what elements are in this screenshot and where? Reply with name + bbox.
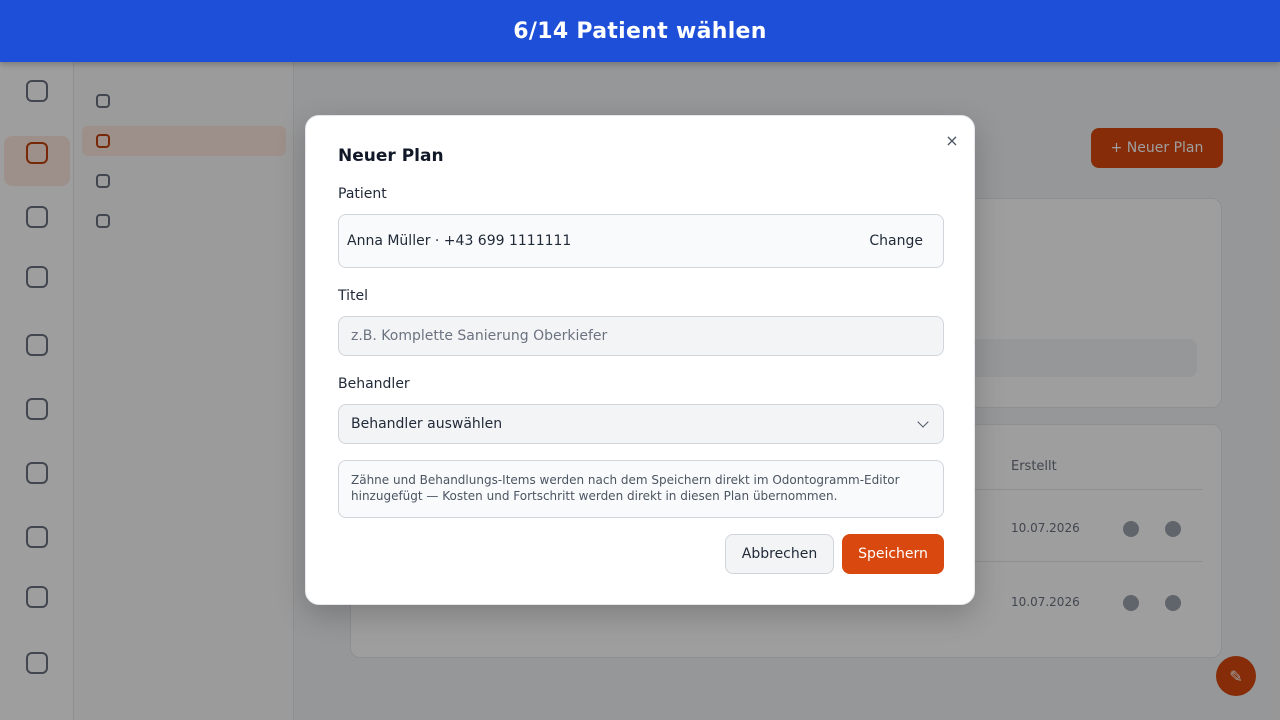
- title-label: Titel: [338, 288, 369, 304]
- info-note: Zähne und Behandlungs-Items werden nach …: [338, 460, 944, 518]
- step-header: 6/14 Patient wählen: [0, 0, 1280, 62]
- provider-select[interactable]: Behandler auswählen: [338, 404, 944, 444]
- selected-patient: Anna Müller · +43 699 1111111: [347, 233, 572, 249]
- new-plan-dialog: × Neuer Plan Patient Anna Müller · +43 6…: [305, 115, 975, 605]
- step-title: 6/14 Patient wählen: [513, 18, 767, 44]
- close-icon: ×: [945, 130, 959, 150]
- chevron-down-icon: [917, 416, 929, 428]
- provider-selected-value: Behandler auswählen: [351, 416, 503, 432]
- change-patient-button[interactable]: Change: [869, 233, 923, 249]
- provider-label: Behandler: [338, 376, 410, 392]
- cancel-button[interactable]: Abbrechen: [725, 534, 834, 574]
- patient-label: Patient: [338, 186, 387, 202]
- close-button[interactable]: ×: [942, 130, 962, 150]
- title-input[interactable]: [338, 316, 944, 356]
- patient-selection: Anna Müller · +43 699 1111111 Change: [338, 214, 944, 268]
- save-button[interactable]: Speichern: [842, 534, 944, 574]
- dialog-title: Neuer Plan: [338, 146, 444, 166]
